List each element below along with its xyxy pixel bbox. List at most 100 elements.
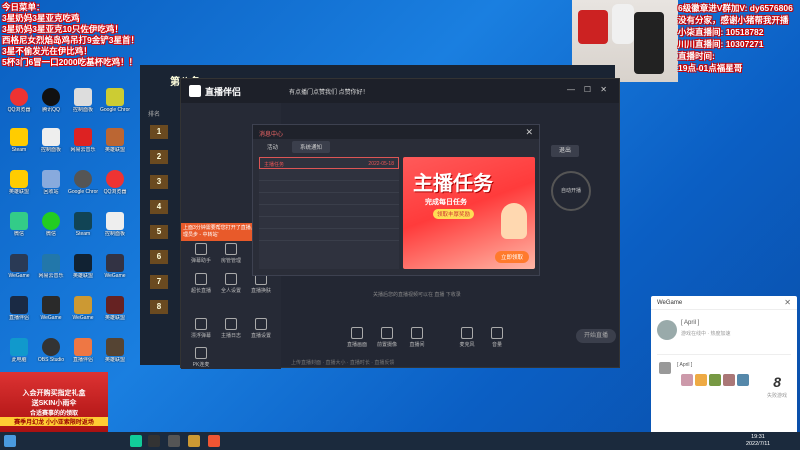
tool-label: 直播间 (409, 342, 425, 348)
app-icon[interactable] (188, 435, 200, 447)
app-icon (74, 88, 92, 106)
tab-system[interactable]: 系统通知 (291, 141, 330, 153)
desktop-icon[interactable]: Steam (4, 128, 34, 153)
bottle-image (578, 10, 608, 44)
banner-headline: 主播任务 (413, 173, 493, 195)
tool-pk[interactable]: PK连麦 (187, 347, 215, 368)
desktop-icon[interactable]: 控制面板 (36, 128, 66, 153)
desktop-icon[interactable]: 直播伴侣 (68, 338, 98, 363)
icon-label: 网易云音乐 (38, 273, 64, 279)
desktop-icon[interactable]: 英雄联盟 (4, 170, 34, 195)
desktop-icon[interactable]: 英雄联盟 (68, 254, 98, 279)
desktop-icon[interactable]: WeGame (4, 254, 34, 279)
icon-label: WeGame (72, 315, 94, 321)
tool-danmu[interactable]: 弹幕助手 (187, 243, 215, 264)
desktop-icon[interactable]: 英雄联盟 (100, 338, 130, 363)
desktop-icon[interactable]: 网易云音乐 (36, 254, 66, 279)
desktop-icon[interactable]: 微信 (4, 212, 34, 237)
minimize-icon[interactable]: — (567, 85, 575, 94)
desktop-icon[interactable]: 回收站 (36, 170, 66, 195)
tool-long[interactable]: 超长直播 (187, 273, 215, 294)
tool-live-settings[interactable]: 直播设置 (247, 318, 275, 339)
maximize-icon[interactable]: ☐ (584, 85, 591, 94)
microphone-icon (461, 327, 473, 339)
pk-icon (195, 347, 207, 359)
desktop-icon[interactable]: 腾讯QQ (36, 88, 66, 113)
tool-mic[interactable]: 麦克风 (453, 327, 481, 348)
desktop-icon[interactable]: 网易云音乐 (68, 128, 98, 153)
desktop-icon[interactable]: QQ浏览器 (100, 170, 130, 195)
tool-volume[interactable]: 音量 (483, 327, 511, 348)
tool-skin[interactable]: 直播换肤 (247, 273, 275, 294)
tool-settings[interactable]: 全人设置 (217, 273, 245, 294)
tab-activity[interactable]: 活动 (259, 141, 286, 153)
tool-float[interactable]: 漂浮弹幕 (187, 318, 215, 339)
desktop-icon[interactable]: 控制面板 (100, 212, 130, 237)
tool-log[interactable]: 主播日志 (217, 318, 245, 339)
bottle-image (634, 12, 664, 74)
ad-banner[interactable]: 入会开购买指定礼盒 送SKIN小雨伞 合适赛事的的领取 赛季月幻龙 小小亚索限时… (0, 372, 108, 432)
avatar (657, 320, 677, 340)
tool-label: 超长直播 (190, 288, 211, 294)
app-icon (10, 338, 28, 356)
close-icon[interactable]: ✕ (784, 298, 791, 307)
app-icon (106, 296, 124, 314)
desktop-icon[interactable]: Steam (68, 212, 98, 237)
app-icon[interactable] (130, 435, 142, 447)
close-icon[interactable]: ✕ (525, 127, 533, 138)
overlay-line: 5杯3门6冒一口2000吃基杯吃鸡！！ (2, 57, 138, 67)
desktop-icon[interactable]: QQ浏览器 (4, 88, 34, 113)
desktop-icon[interactable]: 英雄联盟 (100, 296, 130, 321)
footer-hint: 上传直播封面 · 直播大小 · 直播时长 · 直播反馈 (291, 360, 395, 366)
tool-label: 房管管理 (220, 258, 241, 264)
rank-badge: 2 (150, 150, 168, 164)
desktop-icon[interactable]: WeGame (68, 296, 98, 321)
list-item[interactable]: 主播任务 2022-05-18 (259, 157, 399, 169)
tool-screen[interactable]: 直播画面 (343, 327, 371, 348)
system-clock[interactable]: 19:31 2022/7/11 (746, 434, 770, 448)
start-icon[interactable] (4, 435, 16, 447)
app-icon (106, 128, 124, 146)
icon-label: 回收站 (43, 189, 59, 195)
start-live-button[interactable]: 开始直播 (576, 329, 616, 343)
icon-label: 英雄联盟 (8, 189, 29, 195)
rank-badge: 3 (150, 175, 168, 189)
desktop-icon[interactable]: WeGame (100, 254, 130, 279)
tool-room[interactable]: 直播间 (403, 327, 431, 348)
auto-live-button[interactable]: 自动开播 (551, 171, 591, 211)
overlay-line: 没有分家，感谢小猪帮我开播 (678, 15, 789, 25)
desktop-icon[interactable]: OBS Studio (36, 338, 66, 363)
tool-admin[interactable]: 房管管理 (217, 243, 245, 264)
gear-icon (225, 273, 237, 285)
tool-camera[interactable]: 前置摄像 (373, 327, 401, 348)
app-icon (42, 296, 60, 314)
desktop-icon[interactable]: 此电脑 (4, 338, 34, 363)
desktop-icon[interactable]: Google Chrome (68, 170, 98, 195)
app-icon[interactable] (168, 435, 180, 447)
app-icon[interactable] (148, 435, 160, 447)
icon-label: WeGame (8, 273, 30, 279)
app-icon[interactable] (208, 435, 220, 447)
tool-label: 直播设置 (250, 333, 271, 339)
exit-button[interactable]: 退出 (551, 145, 579, 157)
desktop-icon[interactable]: 英雄联盟 (100, 128, 130, 153)
desktop-icon[interactable]: Google Chrome (100, 88, 130, 113)
tool-label: 漂浮弹幕 (190, 333, 211, 339)
tool-label: 主播日志 (220, 333, 241, 339)
float-icon (195, 318, 207, 330)
icon-label: Steam (75, 231, 91, 237)
app-icon (10, 254, 28, 272)
app-icon (106, 254, 124, 272)
close-icon[interactable]: ✕ (600, 85, 607, 94)
desktop-icon[interactable]: WeGame (36, 296, 66, 321)
screen-icon (351, 327, 363, 339)
app-icon (10, 128, 28, 146)
dialog-title: 消息中心 (253, 125, 539, 139)
desktop-icon[interactable]: 微信 (36, 212, 66, 237)
claim-button[interactable]: 立即领取 (494, 251, 529, 263)
task-banner[interactable]: 主播任务 完成每日任务 领取丰厚奖励 立即领取 (403, 157, 535, 269)
clock-time: 19:31 (751, 434, 765, 440)
desktop-icon[interactable]: 控制面板 (68, 88, 98, 113)
placement-number: 8 (773, 374, 781, 390)
desktop-icon[interactable]: 直播伴侣 (4, 296, 34, 321)
